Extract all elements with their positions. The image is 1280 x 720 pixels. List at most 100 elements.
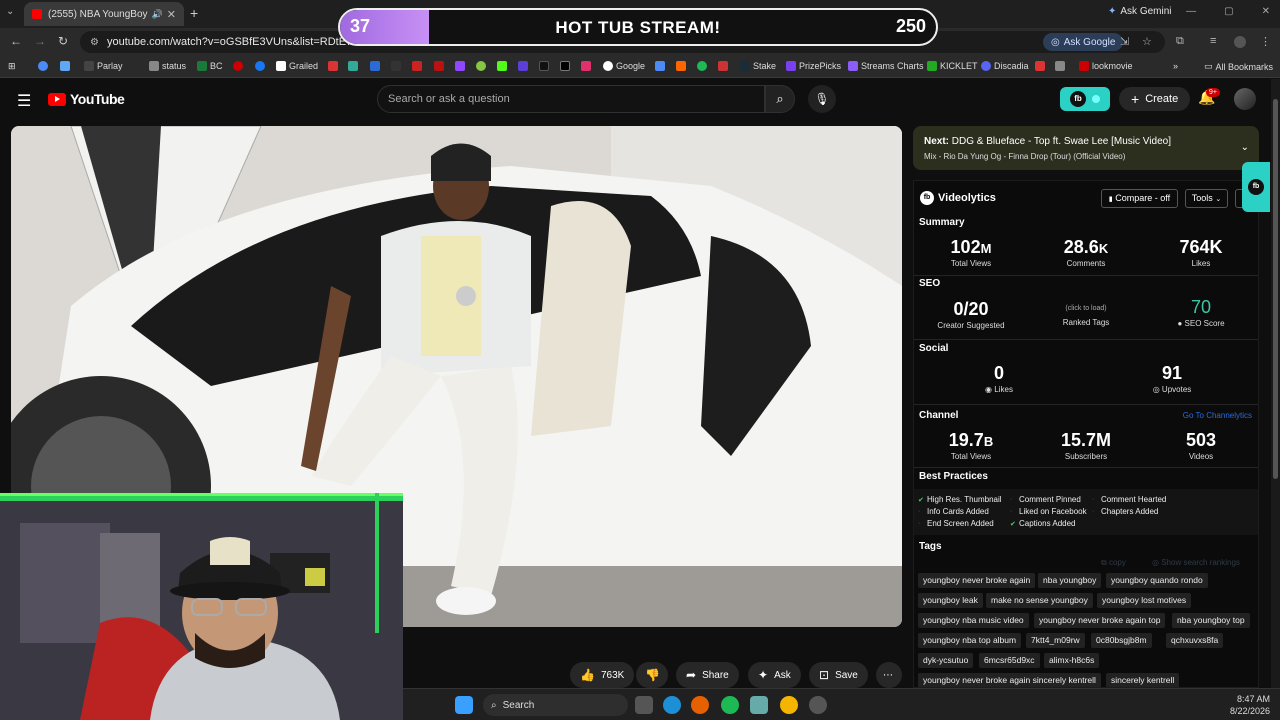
tag-chip[interactable]: youngboy never broke again sincerely ken… bbox=[918, 673, 1101, 687]
bookmark-stake[interactable]: Stake bbox=[740, 61, 776, 71]
reload-icon[interactable]: ↻ bbox=[58, 34, 68, 48]
search-button[interactable]: ⌕ bbox=[765, 85, 795, 113]
create-button[interactable]: + Create bbox=[1119, 87, 1191, 111]
vidiq-side-tab[interactable]: fb bbox=[1242, 162, 1270, 212]
bookmark-prizepicks[interactable]: PrizePicks bbox=[786, 61, 841, 71]
bookmark-red-icon[interactable] bbox=[233, 61, 243, 71]
windows-start-icon[interactable] bbox=[455, 696, 473, 714]
account-avatar[interactable] bbox=[1234, 88, 1256, 110]
bookmark-icon-8[interactable] bbox=[655, 61, 665, 71]
ask-google-button[interactable]: ◎ Ask Google bbox=[1043, 33, 1124, 51]
channelytics-link[interactable]: Go To Channelytics bbox=[1183, 411, 1252, 420]
voice-search-button[interactable]: 🎙 bbox=[808, 85, 836, 113]
bookmark-kick-icon[interactable] bbox=[497, 61, 507, 71]
tag-chip[interactable]: qchxuvxs8fa bbox=[1166, 633, 1224, 648]
bookmark-icon-4[interactable] bbox=[391, 61, 401, 71]
bookmark-tab-icon[interactable] bbox=[60, 61, 70, 71]
browser-tab-active[interactable]: (2555) NBA YoungBoy - Ve 🔊 ✕ bbox=[24, 2, 184, 26]
more-actions-button[interactable]: ⋯ bbox=[876, 662, 902, 688]
bookmark-twitch-icon[interactable] bbox=[455, 61, 465, 71]
bookmark-icon-2[interactable] bbox=[348, 61, 358, 71]
tag-chip[interactable]: 0c80bsgjb8m bbox=[1091, 633, 1152, 648]
tag-chip[interactable]: sincerely kentrell bbox=[1106, 673, 1180, 687]
chevron-down-icon[interactable]: ⌄ bbox=[1241, 142, 1249, 153]
tag-chip[interactable]: youngboy quando rondo bbox=[1106, 573, 1208, 588]
bookmark-spotify-icon[interactable] bbox=[697, 61, 707, 71]
bookmark-instagram-icon[interactable] bbox=[581, 61, 591, 71]
bookmark-icon-5[interactable] bbox=[412, 61, 422, 71]
reading-list-icon[interactable]: ≡ bbox=[1210, 35, 1216, 47]
tag-chip[interactable]: youngboy never broke again bbox=[918, 573, 1036, 588]
bookmark-icon-12[interactable] bbox=[1055, 61, 1065, 71]
bookmarks-overflow-icon[interactable]: » bbox=[1173, 61, 1178, 71]
bookmark-icon-1[interactable] bbox=[328, 61, 338, 71]
like-button[interactable]: 👍 763K bbox=[570, 662, 635, 688]
dislike-button[interactable]: 👎 bbox=[636, 662, 668, 688]
bookmark-star-icon[interactable]: ☆ bbox=[1142, 35, 1152, 48]
tag-chip[interactable]: make no sense youngboy bbox=[986, 593, 1093, 608]
extensions-icon[interactable]: ⧉ bbox=[1176, 35, 1184, 48]
search-input[interactable]: Search or ask a question bbox=[377, 85, 765, 113]
bookmark-bc[interactable]: BC bbox=[197, 61, 223, 71]
stat-ranked-tags[interactable]: (click to load) Ranked Tags bbox=[1031, 305, 1141, 327]
bookmark-status[interactable]: status bbox=[149, 61, 186, 71]
tag-chip[interactable]: youngboy leak bbox=[918, 593, 983, 608]
edge-icon[interactable] bbox=[663, 696, 681, 714]
audio-icon[interactable]: 🔊 bbox=[152, 9, 163, 20]
apps-icon[interactable]: ⊞ bbox=[8, 61, 16, 72]
chrome-menu-icon[interactable]: ⋮ bbox=[1260, 35, 1271, 48]
back-icon[interactable]: ← bbox=[10, 34, 22, 48]
tag-chip[interactable]: youngboy never broke again top bbox=[1034, 613, 1166, 628]
bookmark-lookmovie[interactable]: lookmovie bbox=[1079, 61, 1133, 71]
tag-chip[interactable]: dyk-ycsutuo bbox=[918, 653, 974, 668]
app-icon[interactable] bbox=[750, 696, 768, 714]
bookmark-parlay[interactable]: Parlay bbox=[84, 61, 123, 71]
tag-chip[interactable]: 7ktt4_m09rw bbox=[1026, 633, 1085, 648]
firefox-icon[interactable] bbox=[691, 696, 709, 714]
tag-chip[interactable]: 6mcsr65d9xc bbox=[979, 653, 1040, 668]
tab-list-icon[interactable]: ⌄ bbox=[6, 6, 14, 17]
share-button[interactable]: ➦ Share bbox=[676, 662, 739, 688]
page-scrollbar[interactable] bbox=[1271, 79, 1280, 688]
vidiq-extension-button[interactable]: fb bbox=[1060, 87, 1110, 111]
show-rankings-link[interactable]: ◎ Show search rankings bbox=[1152, 558, 1240, 567]
bookmark-icon-7[interactable] bbox=[518, 61, 528, 71]
ask-button[interactable]: ✦ Ask bbox=[748, 662, 801, 688]
tag-chip[interactable]: youngboy nba music video bbox=[918, 613, 1029, 628]
bookmark-x-icon[interactable] bbox=[560, 61, 570, 71]
tag-chip[interactable]: nba youngboy bbox=[1038, 573, 1102, 588]
bookmark-kicklet[interactable]: KICKLET bbox=[927, 61, 978, 71]
minimize-icon[interactable]: — bbox=[1186, 6, 1196, 17]
bookmark-icon-9[interactable] bbox=[676, 61, 686, 71]
close-window-icon[interactable]: ✕ bbox=[1262, 6, 1270, 17]
copy-tags-link[interactable]: ⧉ copy bbox=[1101, 558, 1126, 568]
all-bookmarks[interactable]: ▭ All Bookmarks bbox=[1204, 61, 1273, 72]
scrollbar-thumb[interactable] bbox=[1273, 99, 1278, 479]
bookmark-chrome-icon[interactable] bbox=[38, 61, 48, 71]
task-view-icon[interactable] bbox=[635, 696, 653, 714]
bookmark-icon-11[interactable] bbox=[1035, 61, 1045, 71]
chrome-icon[interactable] bbox=[780, 696, 798, 714]
bookmark-icon-3[interactable] bbox=[370, 61, 380, 71]
taskbar-search[interactable]: ⌕ Search bbox=[483, 694, 628, 716]
youtube-logo[interactable]: YouTube bbox=[48, 91, 125, 107]
restore-icon[interactable]: ▢ bbox=[1224, 6, 1233, 17]
compare-toggle-button[interactable]: ▮ Compare - off bbox=[1101, 189, 1178, 208]
tag-chip[interactable]: alimx-h8c6s bbox=[1044, 653, 1100, 668]
install-icon[interactable]: ⇲ bbox=[1120, 35, 1129, 48]
forward-icon[interactable]: → bbox=[34, 34, 46, 48]
hamburger-menu-icon[interactable]: ☰ bbox=[17, 91, 31, 111]
bookmark-facebook-icon[interactable] bbox=[255, 61, 265, 71]
tag-chip[interactable]: nba youngboy top bbox=[1172, 613, 1250, 628]
ranked-tags-hint[interactable]: (click to load) bbox=[1031, 305, 1141, 312]
new-tab-button[interactable]: + bbox=[190, 5, 198, 21]
tag-chip[interactable]: youngboy nba top album bbox=[918, 633, 1022, 648]
bookmark-rumble-icon[interactable] bbox=[476, 61, 486, 71]
taskbar-clock[interactable]: 8:47 AM 8/22/2026 bbox=[1230, 693, 1270, 717]
bookmark-icon-10[interactable] bbox=[718, 61, 728, 71]
spotify-icon[interactable] bbox=[721, 696, 739, 714]
bookmark-google[interactable]: Google bbox=[603, 61, 645, 71]
close-tab-icon[interactable]: ✕ bbox=[167, 8, 176, 21]
save-button[interactable]: ⊡ Save bbox=[809, 662, 868, 688]
tag-chip[interactable]: youngboy lost motives bbox=[1097, 593, 1192, 608]
